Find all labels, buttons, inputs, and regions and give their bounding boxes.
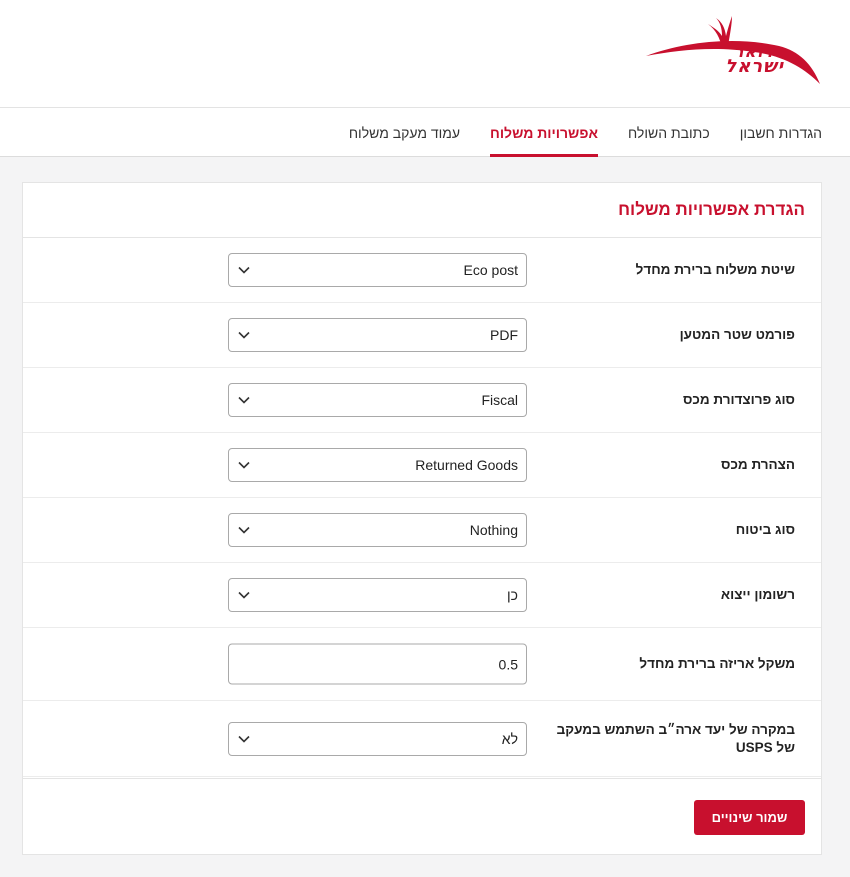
card-footer: שמור שינויים bbox=[23, 778, 821, 854]
usps-tracking-select[interactable]: לא bbox=[228, 721, 527, 756]
field-label: הצהרת מכס bbox=[721, 457, 795, 472]
field-label: פורמט שטר המטען bbox=[679, 327, 795, 342]
tab-account-settings[interactable]: הגדרות חשבון bbox=[740, 108, 822, 156]
select-value: כן bbox=[507, 587, 518, 603]
tab-sender-address[interactable]: כתובת השולח bbox=[628, 108, 710, 156]
field-row-customs-declaration: הצהרת מכס Returned Goods bbox=[23, 433, 821, 498]
field-row-insurance-type: סוג ביטוח Nothing bbox=[23, 498, 821, 563]
input-value: 0.5 bbox=[498, 656, 518, 672]
israel-post-logo[interactable]: דואר ישראל bbox=[644, 12, 824, 88]
tab-tracking-page[interactable]: עמוד מעקב משלוח bbox=[349, 108, 460, 156]
field-row-export-record: רשומון ייצוא כן bbox=[23, 563, 821, 628]
select-value: PDF bbox=[490, 327, 518, 343]
card-title: הגדרת אפשרויות משלוח bbox=[618, 200, 805, 219]
top-header: דואר ישראל bbox=[0, 0, 850, 108]
customs-declaration-select[interactable]: Returned Goods bbox=[228, 448, 527, 482]
chevron-down-icon bbox=[238, 331, 250, 339]
field-label: סוג פרוצדורת מכס bbox=[682, 392, 795, 407]
save-changes-button[interactable]: שמור שינויים bbox=[694, 800, 805, 835]
field-label: סוג ביטוח bbox=[735, 522, 795, 537]
chevron-down-icon bbox=[238, 591, 250, 599]
customs-procedure-select[interactable]: Fiscal bbox=[228, 383, 527, 417]
select-value: Returned Goods bbox=[415, 457, 518, 473]
waybill-format-select[interactable]: PDF bbox=[228, 318, 527, 352]
field-row-default-package-weight: משקל אריזה ברירת מחדל 0.5 bbox=[23, 628, 821, 701]
tab-shipping-options[interactable]: אפשרויות משלוח bbox=[490, 108, 598, 157]
field-row-usps-tracking: במקרה של יעד ארה״ב השתמש במעקב של USPS ל… bbox=[23, 701, 821, 777]
chevron-down-icon bbox=[238, 396, 250, 404]
field-row-default-shipping-method: שיטת משלוח ברירת מחדל Eco post bbox=[23, 238, 821, 303]
chevron-down-icon bbox=[238, 735, 250, 743]
chevron-down-icon bbox=[238, 526, 250, 534]
shipping-options-card: הגדרת אפשרויות משלוח שיטת משלוח ברירת מח… bbox=[22, 182, 822, 855]
select-value: לא bbox=[501, 730, 518, 747]
card-header: הגדרת אפשרויות משלוח bbox=[23, 183, 821, 238]
field-label: שיטת משלוח ברירת מחדל bbox=[635, 262, 795, 277]
field-label: במקרה של יעד ארה״ב השתמש במעקב של USPS bbox=[556, 721, 795, 755]
insurance-type-select[interactable]: Nothing bbox=[228, 513, 527, 547]
chevron-down-icon bbox=[238, 461, 250, 469]
select-value: Fiscal bbox=[481, 392, 518, 408]
chevron-down-icon bbox=[238, 266, 250, 274]
field-row-waybill-format: פורמט שטר המטען PDF bbox=[23, 303, 821, 368]
default-package-weight-input[interactable]: 0.5 bbox=[228, 643, 527, 685]
default-shipping-method-select[interactable]: Eco post bbox=[228, 253, 527, 287]
select-value: Eco post bbox=[463, 262, 518, 278]
export-record-select[interactable]: כן bbox=[228, 578, 527, 612]
select-value: Nothing bbox=[469, 522, 518, 538]
logo-text-israel: ישראל bbox=[725, 56, 784, 77]
settings-tabs: הגדרות חשבון כתובת השולח אפשרויות משלוח … bbox=[0, 108, 850, 157]
field-label: רשומון ייצוא bbox=[720, 587, 795, 602]
field-label: משקל אריזה ברירת מחדל bbox=[639, 656, 795, 671]
field-row-customs-procedure: סוג פרוצדורת מכס Fiscal bbox=[23, 368, 821, 433]
